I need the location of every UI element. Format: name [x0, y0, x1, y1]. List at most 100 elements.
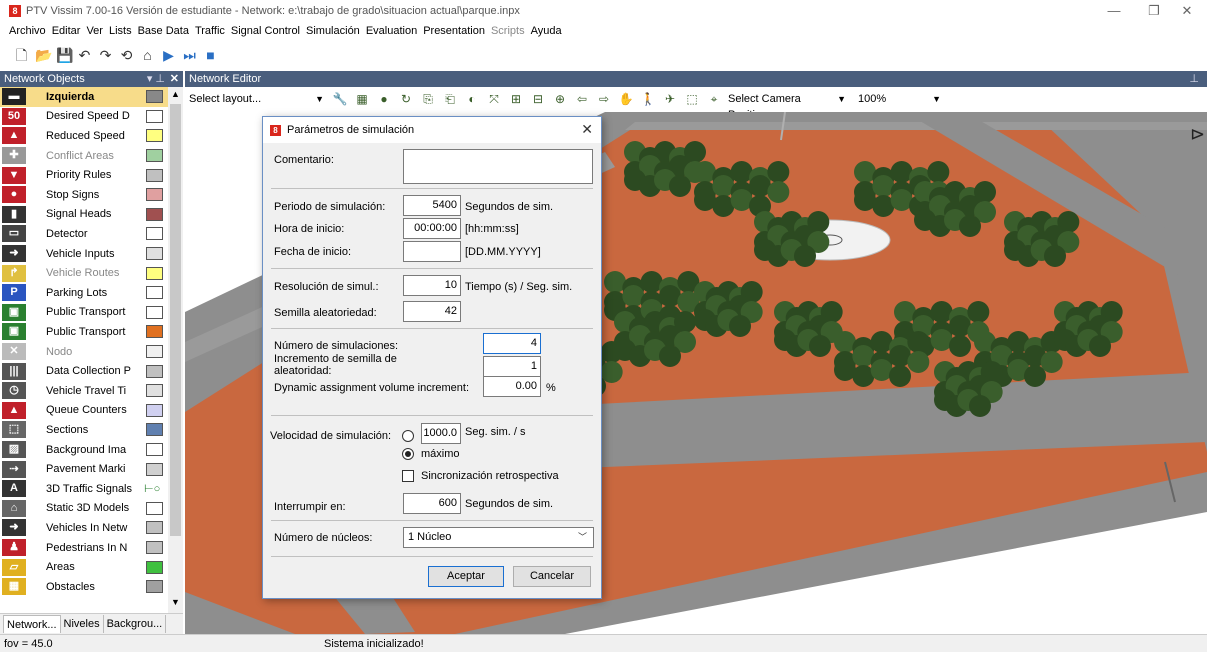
style-swatch[interactable]: [146, 560, 163, 574]
menu-archivo[interactable]: Archivo: [6, 25, 49, 37]
network-object-row[interactable]: ▲ Queue Counters: [0, 401, 168, 421]
zoom-all-icon[interactable]: ⊟: [529, 90, 547, 108]
maximo-radio[interactable]: [402, 448, 414, 460]
style-swatch[interactable]: [146, 403, 163, 417]
fecha-input[interactable]: [403, 241, 461, 262]
style-swatch[interactable]: [146, 364, 163, 378]
stop-icon[interactable]: ■: [203, 47, 218, 63]
style-swatch[interactable]: [146, 501, 163, 515]
network-object-row[interactable]: ▮ Signal Heads: [0, 205, 168, 225]
style-swatch[interactable]: [146, 90, 163, 104]
style-swatch[interactable]: [146, 266, 163, 280]
velocidad-custom-radio[interactable]: [402, 430, 414, 442]
network-object-row[interactable]: ✚ Conflict Areas: [0, 146, 168, 166]
clipboard-icon[interactable]: ⎗: [441, 90, 459, 108]
open-folder-icon[interactable]: 📂: [35, 47, 52, 63]
dialog-close-icon[interactable]: ✕: [581, 121, 593, 138]
style-swatch[interactable]: [146, 521, 163, 535]
arrow-left-icon[interactable]: ⇦: [573, 90, 591, 108]
tab-niveles[interactable]: Niveles: [61, 615, 104, 633]
network-object-row[interactable]: ◷ Vehicle Travel Ti: [0, 381, 168, 401]
hora-input[interactable]: 00:00:00: [403, 218, 461, 239]
network-object-row[interactable]: ||| Data Collection P: [0, 361, 168, 381]
camera-icon[interactable]: ⌖: [705, 90, 723, 108]
network-object-row[interactable]: ♟ Pedestrians In N: [0, 538, 168, 558]
menu-ver[interactable]: Ver: [83, 25, 106, 37]
style-swatch[interactable]: [146, 345, 163, 359]
resolucion-input[interactable]: 10: [403, 275, 461, 296]
network-object-row[interactable]: ⌂ Static 3D Models: [0, 499, 168, 519]
network-object-row[interactable]: ▣ Public Transport: [0, 322, 168, 342]
3d-mode-icon[interactable]: ⬚: [683, 90, 701, 108]
network-object-row[interactable]: 50 Desired Speed D: [0, 107, 168, 127]
pin-icon[interactable]: ⊥: [1189, 71, 1199, 87]
pin-icon[interactable]: ▾ ⊥: [147, 71, 165, 87]
network-object-row[interactable]: ▭ Detector: [0, 224, 168, 244]
menu-editar[interactable]: Editar: [49, 25, 84, 37]
style-swatch[interactable]: [146, 443, 163, 457]
dynamic-assignment-input[interactable]: 0.00: [483, 376, 541, 397]
style-swatch[interactable]: [146, 247, 163, 261]
network-object-row[interactable]: A 3D Traffic Signals ⊢○: [0, 479, 168, 499]
rotate-icon[interactable]: ⟲: [119, 47, 134, 63]
network-object-row[interactable]: ▲ Reduced Speed: [0, 126, 168, 146]
style-swatch[interactable]: [146, 580, 163, 594]
wrench-icon[interactable]: 🔧: [331, 90, 349, 108]
style-swatch[interactable]: [146, 541, 163, 555]
periodo-input[interactable]: 5400: [403, 195, 461, 216]
style-swatch[interactable]: [146, 325, 163, 339]
network-object-row[interactable]: ▼ Priority Rules: [0, 165, 168, 185]
pan-icon[interactable]: ✋: [617, 90, 635, 108]
menu-traffic[interactable]: Traffic: [192, 25, 228, 37]
minimize-button[interactable]: —: [1094, 0, 1134, 21]
cancelar-button[interactable]: Cancelar: [513, 566, 591, 587]
style-swatch[interactable]: [146, 227, 163, 241]
grid-icon[interactable]: ▦: [353, 90, 371, 108]
aceptar-button[interactable]: Aceptar: [428, 566, 504, 587]
interrumpir-input[interactable]: 600: [403, 493, 461, 514]
velocidad-input[interactable]: 1000.0: [421, 423, 461, 444]
menu-scripts[interactable]: Scripts: [488, 25, 528, 37]
style-swatch[interactable]: [146, 149, 163, 163]
fly-icon[interactable]: ✈: [661, 90, 679, 108]
step-icon[interactable]: ⏭: [182, 47, 197, 63]
zoom-select[interactable]: 100% ▼: [855, 90, 945, 108]
zoom-in-icon[interactable]: ⊕: [551, 90, 569, 108]
style-swatch[interactable]: [146, 109, 163, 123]
network-object-row[interactable]: ● Stop Signs: [0, 185, 168, 205]
menu-ayuda[interactable]: Ayuda: [528, 25, 565, 37]
style-swatch[interactable]: [146, 384, 163, 398]
layout-select[interactable]: Select layout... ▼: [186, 90, 328, 108]
network-object-row[interactable]: ➜ Vehicle Inputs: [0, 244, 168, 264]
semilla-input[interactable]: 42: [403, 301, 461, 322]
style-swatch[interactable]: [146, 188, 163, 202]
style-swatch[interactable]: [146, 168, 163, 182]
play-icon[interactable]: ▶: [161, 47, 176, 63]
scroll-up-icon[interactable]: ▲: [171, 89, 180, 99]
style-swatch[interactable]: [146, 129, 163, 143]
undo-icon[interactable]: ↶: [77, 47, 92, 63]
zoom-box-icon[interactable]: ⊞: [507, 90, 525, 108]
tab-network-objects[interactable]: Network...: [3, 615, 61, 633]
style-swatch[interactable]: [146, 462, 163, 476]
globe-icon[interactable]: ●: [375, 90, 393, 108]
menu-lists[interactable]: Lists: [106, 25, 135, 37]
color-icon[interactable]: ◐: [463, 90, 481, 108]
nucleos-select[interactable]: 1 Núcleo ﹀: [403, 527, 594, 548]
network-object-row[interactable]: ✕ Nodo: [0, 342, 168, 362]
network-object-row[interactable]: ↱ Vehicle Routes: [0, 263, 168, 283]
network-object-row[interactable]: ▱ Areas: [0, 557, 168, 577]
style-swatch[interactable]: [146, 305, 163, 319]
style-swatch[interactable]: [146, 286, 163, 300]
num-simulaciones-input[interactable]: 4: [483, 333, 541, 354]
close-window-button[interactable]: ✕: [1167, 0, 1207, 21]
menu-signal-control[interactable]: Signal Control: [228, 25, 303, 37]
network-object-row[interactable]: ▣ Public Transport: [0, 303, 168, 323]
network-object-row[interactable]: ➜ Vehicles In Netw: [0, 518, 168, 538]
scroll-down-icon[interactable]: ▼: [171, 597, 180, 607]
select-icon[interactable]: ⤧: [485, 90, 503, 108]
menu-base-data[interactable]: Base Data: [135, 25, 192, 37]
copy-icon[interactable]: ⎘: [419, 90, 437, 108]
style-swatch[interactable]: [146, 207, 163, 221]
close-panel-icon[interactable]: ✕: [170, 71, 179, 87]
